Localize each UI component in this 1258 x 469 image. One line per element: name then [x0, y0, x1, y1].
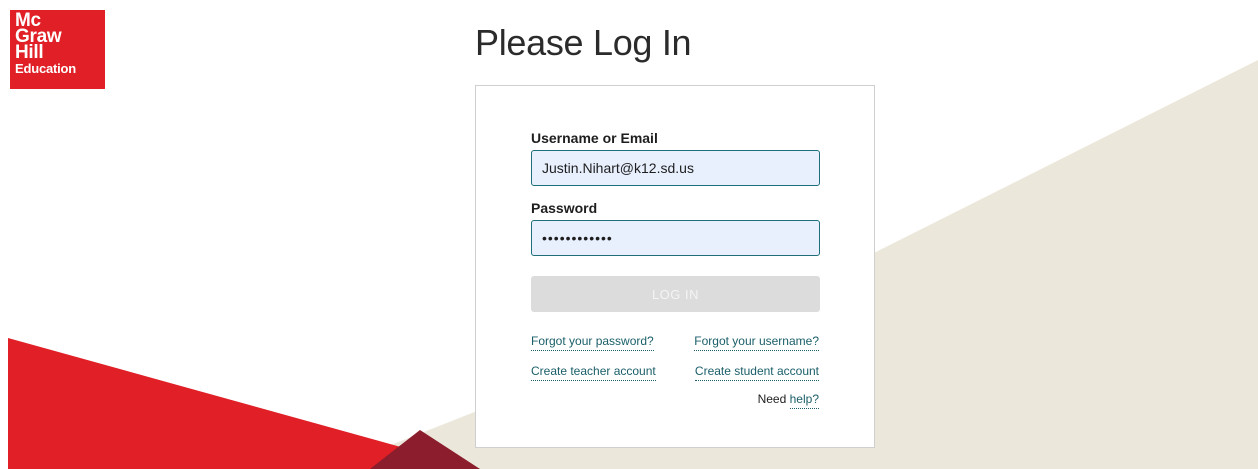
create-student-account-link[interactable]: Create student account	[694, 364, 819, 381]
logo-line-hill: Hill	[15, 42, 44, 63]
username-input[interactable]	[531, 150, 820, 186]
mcgraw-hill-logo: Mc Graw Hill Education	[10, 10, 105, 89]
forgot-password-link[interactable]: Forgot your password?	[531, 334, 654, 351]
page-title: Please Log In	[475, 22, 692, 63]
username-label: Username or Email	[531, 130, 658, 146]
forgot-username-link[interactable]: Forgot your username?	[694, 334, 819, 351]
need-text: Need	[757, 392, 787, 406]
login-button[interactable]: LOG IN	[531, 276, 820, 312]
create-teacher-account-link[interactable]: Create teacher account	[531, 364, 656, 381]
password-input[interactable]	[531, 220, 820, 256]
password-label: Password	[531, 200, 598, 216]
need-help-row: Need help?	[757, 392, 819, 409]
help-link[interactable]: help?	[789, 392, 819, 409]
login-card: Username or Email Password LOG IN Forgot…	[475, 85, 875, 448]
logo-line-education: Education	[15, 61, 77, 76]
